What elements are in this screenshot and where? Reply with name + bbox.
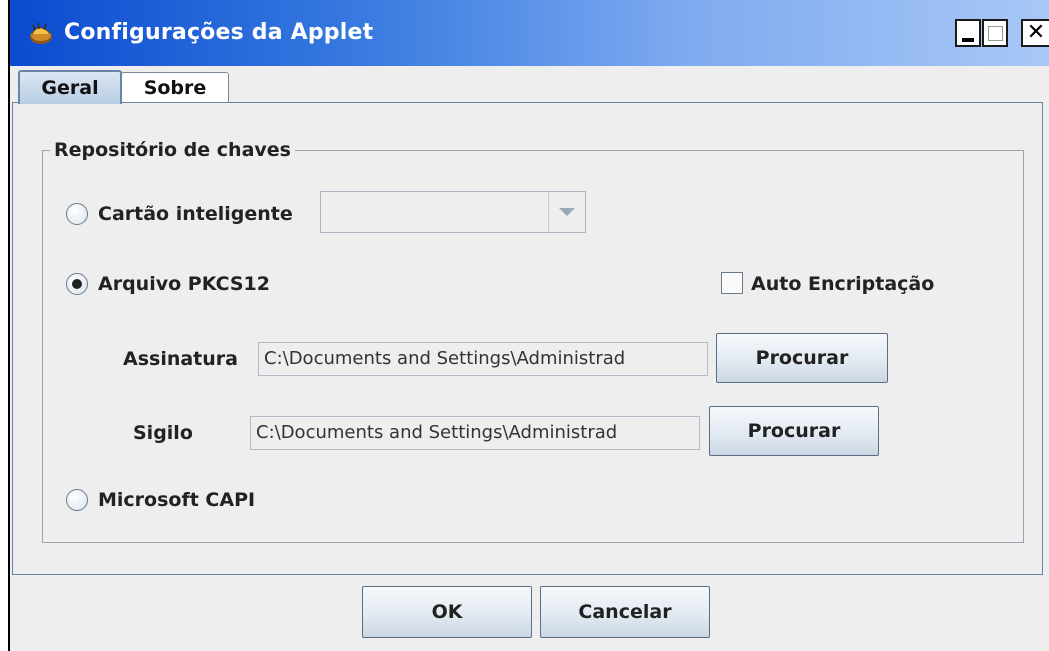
- assinatura-label: Assinatura: [123, 348, 238, 370]
- assinatura-browse-label: Procurar: [755, 347, 849, 369]
- tab-sobre[interactable]: Sobre: [121, 72, 229, 103]
- settings-dialog: Configurações da Applet ✕ Geral Sobre Re…: [8, 0, 1049, 651]
- pkcs12-label[interactable]: Arquivo PKCS12: [98, 272, 270, 296]
- tab-geral-label: Geral: [41, 77, 99, 99]
- smartcard-combo[interactable]: [320, 191, 586, 233]
- close-icon: ✕: [1026, 20, 1046, 45]
- capi-label[interactable]: Microsoft CAPI: [98, 488, 255, 512]
- ok-button[interactable]: OK: [362, 586, 532, 638]
- sigilo-browse-label: Procurar: [747, 420, 841, 442]
- cancel-button[interactable]: Cancelar: [540, 586, 710, 638]
- close-button[interactable]: ✕: [1021, 19, 1049, 47]
- pkcs12-radio[interactable]: [66, 273, 88, 295]
- title-bar[interactable]: Configurações da Applet ✕: [10, 0, 1049, 66]
- auto-encrypt-checkbox[interactable]: [721, 272, 743, 294]
- tab-geral[interactable]: Geral: [18, 70, 122, 104]
- sigilo-path-field[interactable]: C:\Documents and Settings\Administrad: [250, 416, 700, 450]
- assinatura-browse-button[interactable]: Procurar: [716, 333, 888, 383]
- combo-arrow-button[interactable]: [548, 192, 585, 232]
- maximize-button[interactable]: [982, 19, 1008, 47]
- java-coffee-icon: [30, 22, 52, 44]
- assinatura-path-field[interactable]: C:\Documents and Settings\Administrad: [258, 342, 708, 376]
- minimize-button[interactable]: [955, 19, 981, 47]
- auto-encrypt-label[interactable]: Auto Encriptação: [751, 272, 934, 296]
- sigilo-browse-button[interactable]: Procurar: [709, 406, 879, 456]
- sigilo-label: Sigilo: [133, 422, 193, 444]
- cancel-button-label: Cancelar: [578, 601, 672, 623]
- tab-sobre-label: Sobre: [143, 77, 207, 99]
- smartcard-label[interactable]: Cartão inteligente: [98, 202, 293, 226]
- keystore-group-legend: Repositório de chaves: [50, 139, 295, 161]
- capi-radio[interactable]: [66, 489, 88, 511]
- window-title: Configurações da Applet: [64, 20, 374, 45]
- ok-button-label: OK: [431, 601, 463, 623]
- smartcard-radio[interactable]: [66, 203, 88, 225]
- minimize-icon: [962, 38, 974, 42]
- maximize-icon: [987, 25, 1003, 41]
- chevron-down-icon: [559, 208, 575, 216]
